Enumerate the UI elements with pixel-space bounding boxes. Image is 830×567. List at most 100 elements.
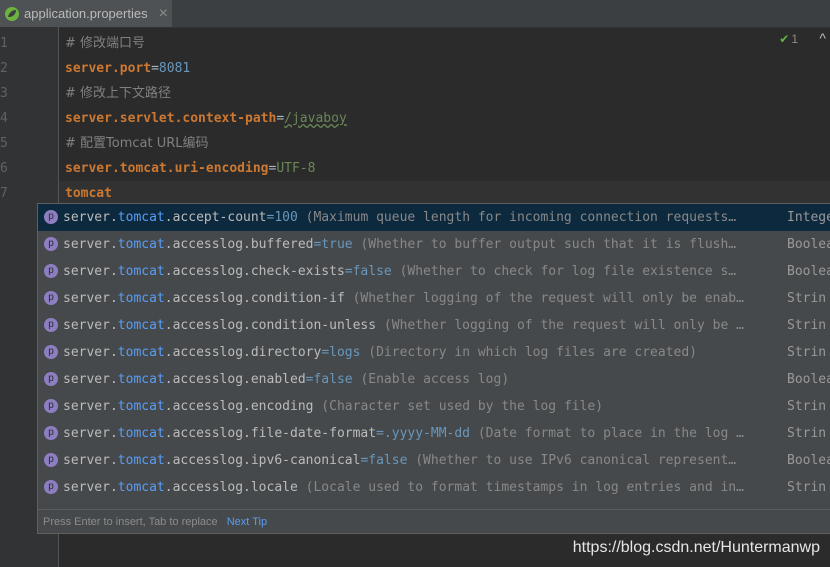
key-match: tomcat <box>117 210 165 225</box>
value-type: Strin <box>787 426 827 441</box>
key-match: tomcat <box>117 291 165 306</box>
completion-text: server.tomcat.accesslog.encoding (Charac… <box>63 393 783 420</box>
property-icon: p <box>44 318 58 332</box>
equals-sign: = <box>276 111 285 126</box>
key-rest: .accept-count <box>164 210 267 225</box>
property-icon: p <box>44 426 58 440</box>
property-key: server.port <box>65 61 152 76</box>
line-number: 1 <box>0 36 8 51</box>
key-rest: .accesslog.ipv6-canonical <box>164 453 361 468</box>
key-match: tomcat <box>117 237 165 252</box>
chevron-up-icon[interactable]: ^ <box>819 30 826 46</box>
code-line[interactable]: server.tomcat.uri-encoding=UTF-8 <box>59 156 830 181</box>
description: (Whether to buffer output such that it i… <box>352 237 737 252</box>
value-type: Boolea <box>787 372 830 387</box>
close-icon[interactable]: × <box>159 0 168 27</box>
property-icon: p <box>44 291 58 305</box>
default-value: =false <box>305 372 353 387</box>
value-type: Strin <box>787 345 827 360</box>
line-number: 5 <box>0 136 8 151</box>
completion-item[interactable]: p server.tomcat.accesslog.encoding (Chara… <box>38 393 830 420</box>
completion-item[interactable]: p server.tomcat.accesslog.directory=logs … <box>38 339 830 366</box>
key-prefix: server. <box>63 453 118 468</box>
description: (Whether to check for log file existence… <box>391 264 737 279</box>
key-match: tomcat <box>117 426 165 441</box>
completion-item[interactable]: p server.tomcat.accesslog.file-date-forma… <box>38 420 830 447</box>
completion-item[interactable]: p server.tomcat.accesslog.locale (Locale … <box>38 474 830 501</box>
default-value: =100 <box>266 210 298 225</box>
key-rest: .accesslog.check-exists <box>164 264 345 279</box>
property-key: server.tomcat.uri-encoding <box>65 161 269 176</box>
completion-popup[interactable]: p server.tomcat.accesslog.locale (Locale … <box>37 203 830 534</box>
comment-text: # 修改上下文路径 <box>65 86 172 101</box>
description: (Date format to place in the log … <box>470 426 744 441</box>
property-key: server.servlet.context-path <box>65 111 277 126</box>
line-number: 4 <box>0 111 8 126</box>
value-type: Intege <box>787 210 830 225</box>
key-rest: .accesslog.buffered <box>164 237 314 252</box>
completion-item[interactable]: p server.tomcat.accesslog.condition-if (W… <box>38 285 830 312</box>
completion-item[interactable]: p server.tomcat.accesslog.buffered=true (… <box>38 231 830 258</box>
description: (Character set used by the log file) <box>313 399 604 414</box>
comment-text: # 修改端口号 <box>65 36 146 51</box>
key-rest: .accesslog.encoding <box>164 399 314 414</box>
description: (Whether logging of the request will onl… <box>344 291 744 306</box>
key-prefix: server. <box>63 210 118 225</box>
line-number: 6 <box>0 161 8 176</box>
key-match: tomcat <box>117 480 165 495</box>
property-icon: p <box>44 453 58 467</box>
completion-item[interactable]: p server.tomcat.accesslog.ipv6-canonical=… <box>38 447 830 474</box>
key-rest: .accesslog.directory <box>164 345 322 360</box>
key-rest: .accesslog.file-date-format <box>164 426 377 441</box>
code-line[interactable]: # 配置Tomcat URL编码 <box>59 131 830 156</box>
code-line[interactable]: server.port=8081 <box>59 56 830 81</box>
completion-text: server.tomcat.accesslog.buffered=true (W… <box>63 231 783 258</box>
key-prefix: server. <box>63 264 118 279</box>
key-prefix: server. <box>63 399 118 414</box>
key-rest: .accesslog.condition-if <box>164 291 345 306</box>
code-line[interactable]: # 修改端口号 <box>59 31 830 56</box>
completion-item[interactable]: p server.tomcat.accesslog.condition-unles… <box>38 312 830 339</box>
key-match: tomcat <box>117 345 165 360</box>
value-type: Strin <box>787 291 827 306</box>
tab-application-properties[interactable]: application.properties × <box>0 0 172 27</box>
value-type: Strin <box>787 399 827 414</box>
completion-item[interactable]: p server.tomcat.accesslog.check-exists=fa… <box>38 258 830 285</box>
value-type: Strin <box>787 318 827 333</box>
line-number: 7 <box>0 186 8 201</box>
next-tip-link[interactable]: Next Tip <box>227 516 267 528</box>
code-line[interactable]: # 修改上下文路径 <box>59 81 830 106</box>
description: (Maximum queue length for incoming conne… <box>297 210 737 225</box>
key-match: tomcat <box>117 372 165 387</box>
line-number: 3 <box>0 86 8 101</box>
completion-text: server.tomcat.accesslog.condition-if (Wh… <box>63 285 783 312</box>
spring-leaf-icon <box>5 6 19 21</box>
value-type: Boolea <box>787 264 830 279</box>
key-rest: .accesslog.condition-unless <box>164 318 377 333</box>
property-value: /javaboy <box>284 111 347 126</box>
key-prefix: server. <box>63 372 118 387</box>
key-prefix: server. <box>63 480 118 495</box>
default-value: =logs <box>321 345 361 360</box>
completion-item[interactable]: p server.tomcat.accesslog.enabled=false (… <box>38 366 830 393</box>
property-value: UTF-8 <box>276 161 316 176</box>
key-prefix: server. <box>63 345 118 360</box>
property-icon: p <box>44 237 58 251</box>
key-prefix: server. <box>63 237 118 252</box>
completion-text: server.tomcat.accept-count=100 (Maximum … <box>63 204 783 231</box>
inspection-count: 1 <box>791 32 798 46</box>
description: (Directory in which log files are create… <box>360 345 697 360</box>
key-match: tomcat <box>117 453 165 468</box>
completion-footer: Press Enter to insert, Tab to replace Ne… <box>38 509 830 533</box>
inspection-status[interactable]: ✔ 1 <box>779 32 798 46</box>
tab-label: application.properties <box>24 6 148 21</box>
default-value: =false <box>344 264 392 279</box>
completion-item[interactable]: p server.tomcat.accept-count=100 (Maximum… <box>38 204 830 231</box>
description: (Whether to use IPv6 canonical represent… <box>407 453 737 468</box>
property-icon: p <box>44 210 58 224</box>
completion-text: server.tomcat.accesslog.locale (Locale u… <box>63 474 783 501</box>
default-value: =.yyyy-MM-dd <box>376 426 471 441</box>
code-line[interactable]: server.servlet.context-path=/javaboy <box>59 106 830 131</box>
default-value: =true <box>313 237 353 252</box>
value-type: Strin <box>787 480 827 495</box>
